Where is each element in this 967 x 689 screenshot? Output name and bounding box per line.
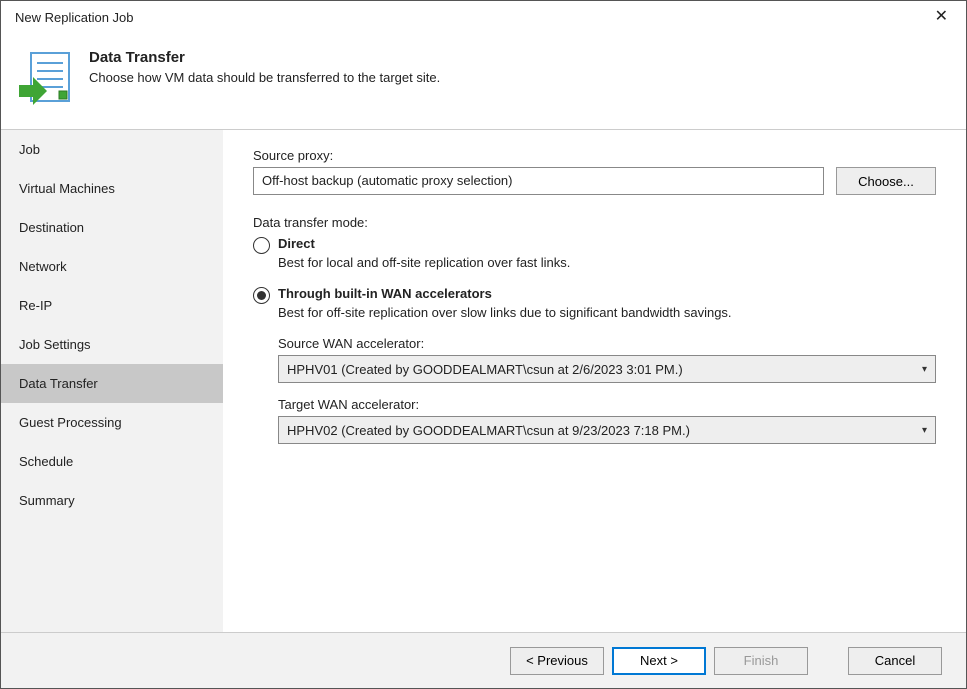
radio-group: Direct Best for local and off-site repli… — [253, 236, 936, 330]
radio-wan-title: Through built-in WAN accelerators — [278, 286, 936, 301]
sidebar-item-data-transfer[interactable]: Data Transfer — [1, 364, 223, 403]
sidebar-item-virtual-machines[interactable]: Virtual Machines — [1, 169, 223, 208]
source-proxy-input[interactable]: Off-host backup (automatic proxy selecti… — [253, 167, 824, 195]
sidebar-item-schedule[interactable]: Schedule — [1, 442, 223, 481]
source-wan-value: HPHV01 (Created by GOODDEALMART\csun at … — [287, 362, 683, 377]
source-proxy-group: Source proxy: Off-host backup (automatic… — [253, 148, 936, 195]
transfer-mode-label: Data transfer mode: — [253, 215, 936, 230]
radio-direct-desc: Best for local and off-site replication … — [278, 255, 936, 270]
target-wan-group: Target WAN accelerator: HPHV02 (Created … — [278, 397, 936, 444]
sidebar-item-guest-processing[interactable]: Guest Processing — [1, 403, 223, 442]
target-wan-label: Target WAN accelerator: — [278, 397, 936, 412]
radio-wan-icon[interactable] — [253, 287, 270, 304]
source-wan-group: Source WAN accelerator: HPHV01 (Created … — [278, 336, 936, 383]
sidebar-item-job[interactable]: Job — [1, 130, 223, 169]
target-wan-value: HPHV02 (Created by GOODDEALMART\csun at … — [287, 423, 690, 438]
content-area: Job Virtual Machines Destination Network… — [1, 129, 966, 632]
sidebar-item-destination[interactable]: Destination — [1, 208, 223, 247]
chevron-down-icon: ▾ — [922, 364, 927, 375]
radio-option-direct[interactable]: Direct Best for local and off-site repli… — [253, 236, 936, 280]
header-text: Data Transfer Choose how VM data should … — [89, 49, 440, 85]
transfer-mode-group: Data transfer mode: Direct Best for loca… — [253, 215, 936, 444]
radio-option-wan[interactable]: Through built-in WAN accelerators Best f… — [253, 286, 936, 330]
header-subtitle: Choose how VM data should be transferred… — [89, 70, 440, 85]
header-title: Data Transfer — [89, 49, 440, 66]
next-button[interactable]: Next > — [612, 647, 706, 675]
finish-button: Finish — [714, 647, 808, 675]
source-wan-label: Source WAN accelerator: — [278, 336, 936, 351]
titlebar: New Replication Job ✕ — [1, 1, 966, 33]
main-panel: Source proxy: Off-host backup (automatic… — [223, 130, 966, 632]
cancel-button[interactable]: Cancel — [848, 647, 942, 675]
radio-wan-desc: Best for off-site replication over slow … — [278, 305, 936, 320]
window-title: New Replication Job — [15, 10, 134, 25]
footer: < Previous Next > Finish Cancel — [1, 632, 966, 688]
dialog-window: New Replication Job ✕ Data Transfer Choo… — [0, 0, 967, 689]
close-icon[interactable]: ✕ — [927, 5, 956, 29]
source-proxy-label: Source proxy: — [253, 148, 936, 163]
chevron-down-icon: ▾ — [922, 425, 927, 436]
radio-direct-icon[interactable] — [253, 237, 270, 254]
choose-button[interactable]: Choose... — [836, 167, 936, 195]
previous-button[interactable]: < Previous — [510, 647, 604, 675]
radio-direct-body: Direct Best for local and off-site repli… — [278, 236, 936, 280]
sidebar-item-re-ip[interactable]: Re-IP — [1, 286, 223, 325]
sidebar-item-summary[interactable]: Summary — [1, 481, 223, 520]
radio-direct-title: Direct — [278, 236, 936, 251]
sidebar-item-job-settings[interactable]: Job Settings — [1, 325, 223, 364]
sidebar: Job Virtual Machines Destination Network… — [1, 130, 223, 632]
source-wan-dropdown[interactable]: HPHV01 (Created by GOODDEALMART\csun at … — [278, 355, 936, 383]
target-wan-dropdown[interactable]: HPHV02 (Created by GOODDEALMART\csun at … — [278, 416, 936, 444]
data-transfer-icon — [17, 49, 73, 105]
header: Data Transfer Choose how VM data should … — [1, 33, 966, 129]
sidebar-item-network[interactable]: Network — [1, 247, 223, 286]
radio-wan-body: Through built-in WAN accelerators Best f… — [278, 286, 936, 330]
